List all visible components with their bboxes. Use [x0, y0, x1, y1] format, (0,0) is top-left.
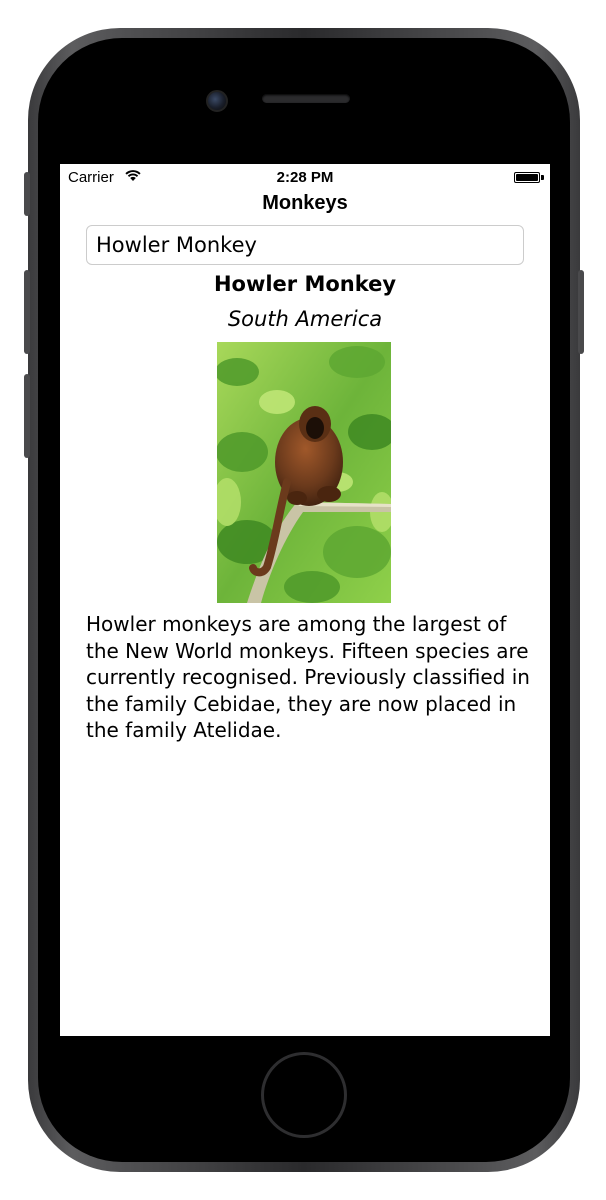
mute-switch	[24, 172, 30, 216]
monkey-details: Howler monkeys are among the largest of …	[86, 612, 530, 742]
front-camera	[206, 90, 228, 112]
monkey-name: Howler Monkey	[213, 272, 397, 296]
monkey-location: South America	[227, 307, 383, 331]
battery-tip	[541, 175, 544, 180]
monkey-photo	[217, 342, 391, 603]
power-button	[578, 270, 584, 354]
status-bar: Carrier 2:28 PM	[60, 164, 550, 192]
volume-up-button	[24, 270, 30, 354]
earpiece-speaker	[262, 94, 350, 103]
battery-fill	[516, 174, 538, 181]
page-title: Monkeys	[262, 192, 348, 214]
status-time: 2:28 PM	[276, 169, 334, 186]
home-button[interactable]	[261, 1052, 347, 1138]
battery-icon	[514, 172, 540, 183]
volume-down-button	[24, 374, 30, 458]
app-screen: Carrier 2:28 PM Monkeys Howler Monkey Ho…	[60, 164, 550, 1036]
monkey-picker[interactable]: Howler Monkey	[86, 225, 524, 265]
